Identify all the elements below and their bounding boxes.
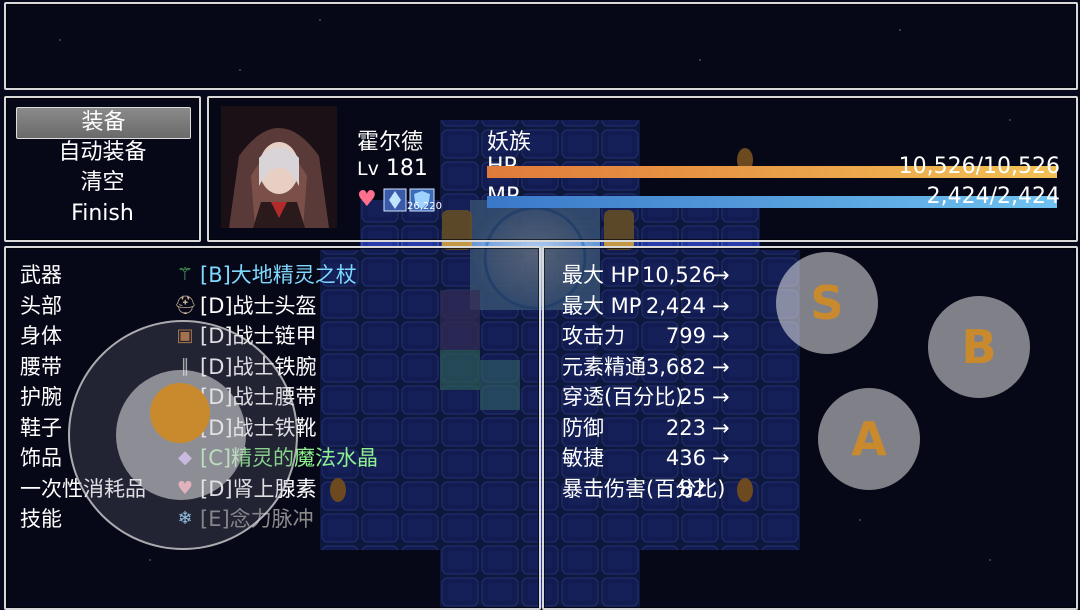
state-turns: 26,220: [407, 201, 442, 212]
virtual-button-s[interactable]: S: [776, 252, 878, 354]
command-equip[interactable]: 装备: [16, 107, 191, 139]
right-arrow-icon: →: [712, 263, 730, 287]
param-value: 223: [665, 415, 706, 440]
virtual-button-b[interactable]: B: [928, 296, 1030, 398]
slot-type-label: 身体: [20, 324, 62, 348]
equipped-item-name: [B]大地精灵之杖: [200, 263, 357, 287]
param-name: 攻击力: [562, 324, 625, 348]
hp-value: 10,526/10,526: [898, 154, 1060, 179]
slot-type-label: 鞋子: [20, 415, 62, 440]
equip-slot-row[interactable]: 头部 ⛑ [D]战士头盔: [20, 291, 530, 321]
mp-value: 2,424/2,424: [926, 184, 1060, 209]
slot-type-label: 技能: [20, 507, 62, 531]
crystal-status-icon: [383, 188, 407, 212]
command-optimize[interactable]: 自动装备: [16, 138, 189, 168]
param-value: 25: [679, 385, 706, 409]
staff-icon: ⚚: [176, 264, 194, 285]
slot-type-label: 头部: [20, 293, 62, 318]
actor-level: Lv 181: [357, 156, 428, 181]
actor-portrait: [221, 106, 337, 228]
param-row: 暴击伤害(百分比) 82: [562, 474, 1062, 504]
slot-type-label: 护腕: [20, 385, 62, 409]
right-arrow-icon: →: [712, 324, 730, 348]
param-name: 敏捷: [562, 446, 604, 470]
param-value: 10,526: [642, 263, 716, 287]
heart-icon: ♥: [357, 187, 377, 212]
equip-slot-row[interactable]: 身体 ▣ [D]战士链甲: [20, 321, 530, 351]
actor-name: 霍尔德: [357, 130, 424, 155]
right-arrow-icon: →: [712, 415, 730, 440]
param-row: 敏捷 436 →: [562, 443, 1062, 473]
param-value: 3,682: [645, 354, 706, 379]
right-arrow-icon: →: [712, 446, 730, 470]
param-value: 436: [665, 446, 706, 470]
equip-slot-row[interactable]: 武器 ⚚ [B]大地精灵之杖: [20, 260, 530, 290]
status-window: 霍尔德 Lv 181 ♥ 26,220 妖族 HP 10,526/10,526 …: [207, 96, 1078, 242]
param-row: 防御 223 →: [562, 413, 1062, 443]
joystick-core: [150, 383, 210, 443]
equipped-item-name: [D]战士头盔: [200, 293, 317, 318]
param-name: 防御: [562, 415, 604, 440]
helmet-icon: ⛑: [174, 294, 197, 316]
level-value: 181: [385, 156, 428, 181]
slot-type-label: 饰品: [20, 446, 62, 470]
param-value: 82: [679, 476, 706, 501]
param-name: 最大 MP: [562, 293, 642, 318]
virtual-button-a[interactable]: A: [818, 388, 920, 490]
help-window: [4, 2, 1078, 90]
param-name: 最大 HP: [562, 263, 640, 287]
state-icons: ♥ 26,220: [357, 188, 447, 214]
right-arrow-icon: →: [712, 354, 730, 379]
slot-type-label: 腰带: [20, 354, 62, 379]
actor-race: 妖族: [487, 130, 532, 155]
command-window: 装备 自动装备 清空 Finish: [4, 96, 201, 242]
right-arrow-icon: →: [712, 293, 730, 318]
right-arrow-icon: →: [712, 385, 730, 409]
param-value: 2,424: [645, 293, 706, 318]
command-finish[interactable]: Finish: [16, 199, 189, 229]
param-value: 799: [665, 324, 706, 348]
slot-type-label: 武器: [20, 263, 62, 287]
command-clear[interactable]: 清空: [16, 168, 189, 198]
param-name: 元素精通: [562, 354, 646, 379]
level-label: Lv: [357, 158, 379, 180]
